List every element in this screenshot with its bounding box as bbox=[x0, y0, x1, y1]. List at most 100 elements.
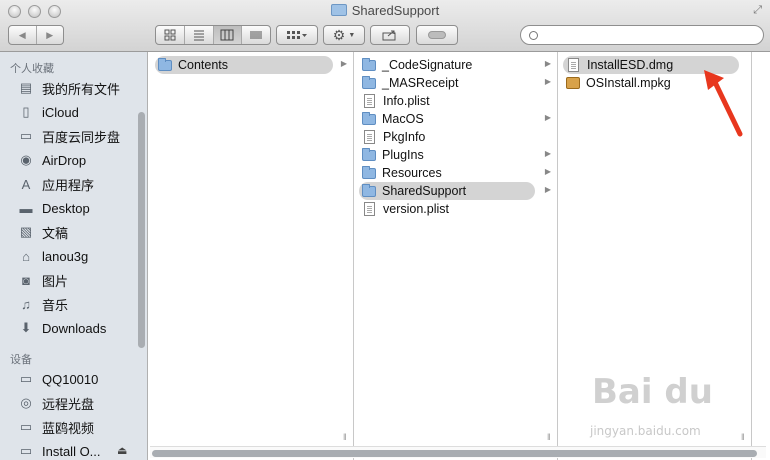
column-resize-handle[interactable]: ‖ bbox=[741, 432, 746, 442]
document-icon bbox=[364, 130, 375, 144]
sidebar-item-icloud[interactable]: ▯ iCloud bbox=[18, 101, 138, 123]
folder-icon bbox=[362, 75, 376, 89]
watermark-logo: Bai du bbox=[592, 372, 713, 412]
drive-icon: ▭ bbox=[19, 371, 33, 386]
back-arrow-icon: ◀ bbox=[18, 29, 26, 40]
sidebar-item-music[interactable]: ♫ 音乐 bbox=[18, 293, 138, 315]
column-view-button[interactable] bbox=[213, 26, 243, 44]
disclosure-arrow-icon: ▶ bbox=[544, 167, 551, 176]
home-icon: ⌂ bbox=[22, 248, 30, 264]
list-item-pkginfo[interactable]: PkgInfo bbox=[359, 128, 537, 146]
tag-icon bbox=[428, 31, 446, 39]
sidebar-item-baidu-sync[interactable]: ▭ 百度云同步盘 bbox=[18, 125, 138, 147]
sidebar-item-label: AirDrop bbox=[42, 152, 87, 168]
disk-image-icon bbox=[568, 58, 579, 72]
search-field[interactable] bbox=[520, 25, 764, 45]
music-icon: ♫ bbox=[21, 296, 31, 312]
item-label: Info.plist bbox=[383, 94, 430, 108]
forward-arrow-icon: ▶ bbox=[46, 29, 54, 40]
list-item-info-plist[interactable]: Info.plist bbox=[359, 92, 537, 110]
sidebar-item-all-files[interactable]: ▤ 我的所有文件 bbox=[18, 77, 138, 99]
action-button[interactable]: ⚙ ▼ bbox=[323, 25, 365, 45]
disc-icon: ◎ bbox=[20, 395, 32, 410]
list-view-button[interactable] bbox=[185, 26, 214, 44]
list-item-version-plist[interactable]: version.plist bbox=[359, 200, 537, 218]
item-label: Contents bbox=[178, 58, 229, 72]
folder-icon bbox=[362, 57, 376, 71]
search-icon bbox=[529, 31, 538, 40]
tags-button[interactable] bbox=[416, 25, 458, 45]
sidebar-item-label: iCloud bbox=[42, 104, 79, 120]
columns-icon bbox=[220, 29, 234, 41]
forward-button[interactable]: ▶ bbox=[37, 26, 64, 44]
sidebar-item-label: Desktop bbox=[42, 200, 90, 216]
sidebar-item-label: 应用程序 bbox=[42, 177, 95, 193]
folder-icon bbox=[362, 111, 376, 125]
sidebar-item-documents[interactable]: ▧ 文稿 bbox=[18, 221, 138, 243]
document-icon bbox=[364, 202, 375, 216]
sidebar-item-airdrop[interactable]: ◉ AirDrop bbox=[18, 149, 138, 171]
finder-window: SharedSupport ⤢ ◀ ▶ ⚙ ▼ 个人收藏 ▤ 我的所有文件 ▯ … bbox=[0, 0, 770, 460]
list-item-codesignature[interactable]: _CodeSignature bbox=[359, 56, 537, 74]
disclosure-arrow-icon: ▶ bbox=[544, 77, 551, 86]
list-item-macos[interactable]: MacOS bbox=[359, 110, 537, 128]
horizontal-scrollbar[interactable] bbox=[150, 446, 766, 458]
nav-buttons: ◀ ▶ bbox=[8, 25, 64, 45]
sidebar-item-remote-disc[interactable]: ◎ 远程光盘 bbox=[18, 392, 138, 414]
grid-icon bbox=[164, 29, 176, 41]
fullscreen-icon[interactable]: ⤢ bbox=[753, 4, 762, 17]
folder-icon bbox=[362, 183, 376, 197]
list-item-resources[interactable]: Resources bbox=[359, 164, 537, 182]
column-resize-handle[interactable]: ‖ bbox=[343, 432, 348, 442]
list-item-plugins[interactable]: PlugIns bbox=[359, 146, 537, 164]
sidebar-item-label: 音乐 bbox=[42, 297, 69, 313]
sidebar-item-device-qq10010[interactable]: ▭ QQ10010 bbox=[18, 368, 138, 390]
sidebar-scrollbar[interactable] bbox=[138, 112, 145, 348]
list-item-contents[interactable]: Contents bbox=[155, 56, 333, 74]
column-1: Contents ▶ ‖ bbox=[150, 52, 354, 460]
column-resize-handle[interactable]: ‖ bbox=[547, 432, 552, 442]
sidebar-item-label: Install O... bbox=[42, 443, 101, 459]
disclosure-arrow-icon: ▶ bbox=[544, 149, 551, 158]
window-title-text: SharedSupport bbox=[351, 3, 440, 18]
coverflow-view-button[interactable] bbox=[242, 26, 270, 44]
item-label: Resources bbox=[382, 166, 442, 180]
share-button[interactable] bbox=[370, 25, 410, 45]
back-button[interactable]: ◀ bbox=[9, 26, 37, 44]
item-label: SharedSupport bbox=[382, 184, 467, 198]
folder-icon bbox=[362, 147, 376, 161]
scrollbar-thumb[interactable] bbox=[152, 450, 757, 457]
icon-view-button[interactable] bbox=[156, 26, 185, 44]
list-item-sharedsupport[interactable]: SharedSupport bbox=[359, 182, 535, 200]
all-files-icon: ▤ bbox=[19, 80, 33, 95]
arrange-button[interactable] bbox=[276, 25, 318, 45]
sidebar: 个人收藏 ▤ 我的所有文件 ▯ iCloud ▭ 百度云同步盘 ◉ AirDrop A应… bbox=[0, 52, 148, 460]
favorites-header: 个人收藏 bbox=[10, 63, 54, 75]
sidebar-item-home[interactable]: ⌂ lanou3g bbox=[18, 245, 138, 267]
airdrop-icon: ◉ bbox=[20, 152, 32, 167]
item-label: OSInstall.mpkg bbox=[586, 76, 671, 90]
sidebar-item-applications[interactable]: A 应用程序 bbox=[18, 173, 138, 195]
sidebar-item-label: 我的所有文件 bbox=[42, 81, 121, 97]
camera-icon: ◙ bbox=[22, 272, 30, 288]
folder-icon bbox=[158, 57, 172, 71]
sidebar-item-install-os[interactable]: ▭ Install O... bbox=[18, 440, 112, 460]
item-label: _CodeSignature bbox=[382, 58, 473, 72]
folder-icon bbox=[330, 4, 347, 16]
sidebar-item-desktop[interactable]: ▬ Desktop bbox=[18, 197, 138, 219]
sidebar-item-downloads[interactable]: ⬇ Downloads bbox=[18, 317, 138, 339]
sidebar-item-label: 文稿 bbox=[42, 225, 69, 241]
devices-header: 设备 bbox=[10, 354, 32, 366]
sidebar-item-device-video[interactable]: ▭ 蓝鸥视频 bbox=[18, 416, 138, 438]
sidebar-item-label: 百度云同步盘 bbox=[42, 129, 121, 145]
eject-icon[interactable]: ⏏ bbox=[117, 444, 127, 457]
item-label: PkgInfo bbox=[383, 130, 426, 144]
list-item-masreceipt[interactable]: _MASReceipt bbox=[359, 74, 537, 92]
column-2: _CodeSignature ▶ _MASReceipt ▶ Info.plis… bbox=[354, 52, 558, 460]
sidebar-item-label: 蓝鸥视频 bbox=[42, 420, 95, 436]
view-mode-control bbox=[155, 25, 271, 45]
list-icon bbox=[193, 30, 204, 41]
sidebar-item-pictures[interactable]: ◙ 图片 bbox=[18, 269, 138, 291]
arrange-icon bbox=[287, 31, 307, 39]
desktop-icon: ▬ bbox=[19, 200, 33, 216]
